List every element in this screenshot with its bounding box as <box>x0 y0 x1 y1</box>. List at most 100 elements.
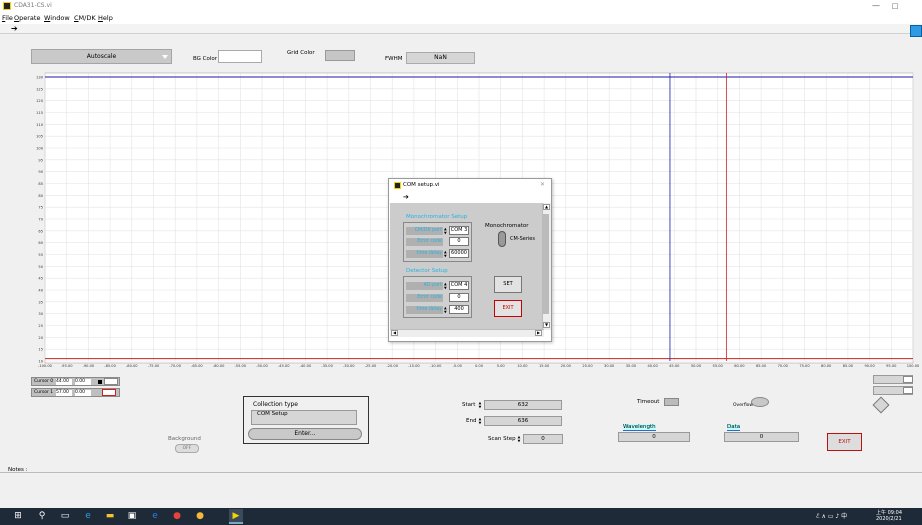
monochromator-title: Monochromator <box>485 223 529 229</box>
timeout-label: Timeout <box>637 399 660 405</box>
system-tray-icons[interactable]: ℰ ∧ ▭ ♪ 中 <box>816 511 847 520</box>
cursor-y[interactable]: 0.00 <box>75 379 91 385</box>
cursor-x[interactable]: 44.00 <box>56 379 72 385</box>
dialog-exit-button[interactable]: EXIT <box>494 300 522 317</box>
ie-browser-icon[interactable]: e <box>150 511 160 521</box>
tray-date: 2020/2/21 <box>876 516 902 522</box>
x-tick-label: 15.00 <box>539 364 550 368</box>
cursor-y[interactable]: 0.00 <box>75 390 91 396</box>
detector-delay-input[interactable]: 400 <box>449 305 469 314</box>
scale-lock-icon[interactable] <box>903 387 913 394</box>
spinner-icon[interactable]: ▲ ▼ <box>444 306 448 314</box>
spinner-icon[interactable]: ▲ ▼ <box>444 250 448 258</box>
x-tick-label: -55.00 <box>235 364 247 368</box>
x-tick-label: 20.00 <box>561 364 572 368</box>
monochromator-switch[interactable] <box>498 231 506 247</box>
spinner-icon[interactable]: ▲ ▼ <box>444 282 448 290</box>
data-indicator: 0 <box>724 432 799 442</box>
labview-app-icon <box>394 182 401 189</box>
scan-step-label: Scan Step <box>488 436 516 442</box>
x-tick-label: -50.00 <box>256 364 268 368</box>
cursor-row-0[interactable]: Cursor 0 44.00 0.00 <box>31 377 120 386</box>
end-input[interactable]: 636 <box>484 416 562 426</box>
cmdk-port-select[interactable]: COM 3 <box>449 226 469 235</box>
x-tick-label: 90.00 <box>864 364 875 368</box>
x-tick-label: -90.00 <box>83 364 95 368</box>
x-tick-label: 35.00 <box>626 364 637 368</box>
task-view-icon[interactable]: ▭ <box>60 511 70 521</box>
overflow-label: Overflow <box>733 403 754 408</box>
y-tick-label: 65 <box>38 229 43 233</box>
y-tick-label: 85 <box>38 182 43 186</box>
dialog-title: COM setup.vi <box>403 182 440 188</box>
cursor-move-icon[interactable] <box>104 378 118 385</box>
mono-delay-label: time delay <box>406 250 443 258</box>
set-button[interactable]: SET <box>494 276 522 293</box>
labview-taskbar-icon[interactable]: ▶ <box>231 511 241 521</box>
overflow-led <box>751 397 769 407</box>
scan-step-spinner-icon[interactable]: ▲ ▼ <box>517 435 521 443</box>
scan-step-input[interactable]: 0 <box>523 434 563 444</box>
start-label: Start <box>462 402 476 408</box>
y-tick-label: 120 <box>36 99 44 103</box>
cursor-x[interactable]: 57.00 <box>56 390 72 396</box>
windows-start-icon[interactable]: ⊞ <box>13 511 23 521</box>
background-toggle[interactable]: OFF <box>175 444 199 453</box>
start-spinner-icon[interactable]: ▲ ▼ <box>478 401 482 409</box>
detector-delay-label: time delay <box>406 306 443 314</box>
y-tick-label: 115 <box>36 111 43 115</box>
end-label: End <box>466 418 477 424</box>
x-tick-label: 80.00 <box>821 364 832 368</box>
x-tick-label: 25.00 <box>582 364 593 368</box>
run-arrow-icon[interactable]: ➔ <box>403 193 409 201</box>
x-tick-label: -70.00 <box>169 364 181 368</box>
chrome-browser-icon[interactable]: ● <box>172 511 182 521</box>
x-tick-label: -75.00 <box>148 364 160 368</box>
detector-section-title: Detector Setup <box>406 268 448 274</box>
x-tick-label: 45.00 <box>669 364 680 368</box>
search-icon[interactable]: ⚲ <box>37 511 47 521</box>
scroll-left-icon[interactable]: ◀ <box>391 330 398 336</box>
start-input[interactable]: 632 <box>484 400 562 410</box>
scroll-right-icon[interactable]: ▶ <box>535 330 542 336</box>
cmdk-port-label: CM/DK port <box>406 227 443 235</box>
end-spinner-icon[interactable]: ▲ ▼ <box>478 417 482 425</box>
y-tick-label: 25 <box>38 324 43 328</box>
y-tick-label: 110 <box>36 123 44 127</box>
y-tick-label: 30 <box>38 312 43 316</box>
ad-port-select[interactable]: COM 4 <box>449 281 469 290</box>
exit-button[interactable]: EXIT <box>827 433 862 451</box>
y-tick-label: 95 <box>38 158 43 162</box>
enter-button[interactable]: Enter... <box>248 428 362 440</box>
edge-browser-icon[interactable]: e <box>83 511 93 521</box>
x-tick-label: -35.00 <box>321 364 333 368</box>
scrollbar-thumb[interactable] <box>543 214 549 314</box>
x-tick-label: 40.00 <box>647 364 658 368</box>
spinner-icon[interactable]: ▲ ▼ <box>444 227 448 235</box>
x-tick-label: 75.00 <box>799 364 810 368</box>
store-icon[interactable]: ▣ <box>127 511 137 521</box>
x-tick-label: -40.00 <box>300 364 312 368</box>
x-tick-label: -65.00 <box>191 364 203 368</box>
close-icon[interactable]: ✕ <box>540 181 545 188</box>
wavelength-label: Wavelength <box>623 424 656 431</box>
x-tick-label: -10.00 <box>430 364 442 368</box>
tray-clock[interactable]: 上午 09:04 2020/2/21 <box>876 510 902 522</box>
scroll-down-icon[interactable]: ▼ <box>543 322 550 328</box>
horizontal-scrollbar[interactable] <box>390 329 544 337</box>
y-tick-label: 40 <box>38 289 43 293</box>
x-tick-label: 70.00 <box>778 364 789 368</box>
cursor-move-icon[interactable] <box>102 389 116 396</box>
pin-app-icon[interactable]: ● <box>195 511 205 521</box>
mono-delay-input[interactable]: 60000 <box>449 249 469 258</box>
pan-tool-icon[interactable] <box>872 396 890 414</box>
collection-type-listbox[interactable]: COM Setup <box>251 410 357 425</box>
cursor-style-icon[interactable] <box>98 380 102 384</box>
cursor-row-1[interactable]: Cursor 1 57.00 0.00 <box>31 388 120 397</box>
x-tick-label: -25.00 <box>365 364 377 368</box>
scale-lock-icon[interactable] <box>903 376 913 383</box>
x-tick-label: 85.00 <box>843 364 854 368</box>
scroll-up-icon[interactable]: ▲ <box>543 204 550 210</box>
file-explorer-icon[interactable]: ▬ <box>105 511 115 521</box>
y-tick-label: 35 <box>38 300 43 304</box>
